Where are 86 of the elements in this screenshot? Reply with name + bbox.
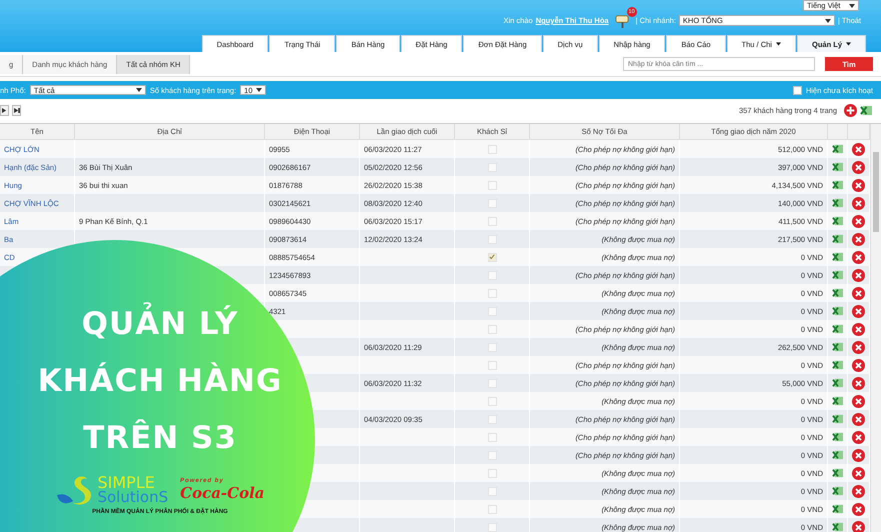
spreadsheet-icon[interactable] bbox=[832, 252, 844, 262]
wholesale-checkbox[interactable] bbox=[488, 396, 496, 406]
next-page-button[interactable] bbox=[0, 104, 9, 116]
delete-icon[interactable] bbox=[852, 448, 865, 462]
delete-icon[interactable] bbox=[852, 232, 865, 246]
spreadsheet-icon[interactable] bbox=[832, 504, 844, 514]
delete-icon[interactable] bbox=[852, 466, 865, 480]
spreadsheet-icon[interactable] bbox=[832, 414, 844, 424]
spreadsheet-icon[interactable] bbox=[832, 450, 844, 460]
spreadsheet-icon[interactable] bbox=[832, 486, 844, 496]
spreadsheet-icon[interactable] bbox=[832, 396, 844, 406]
wholesale-checkbox[interactable] bbox=[488, 486, 496, 496]
wholesale-checkbox[interactable] bbox=[488, 378, 496, 388]
wholesale-checkbox[interactable] bbox=[488, 216, 496, 226]
delete-icon[interactable] bbox=[852, 430, 865, 444]
delete-icon[interactable] bbox=[852, 250, 865, 264]
wholesale-checkbox[interactable] bbox=[488, 252, 496, 262]
wholesale-checkbox[interactable] bbox=[488, 342, 496, 352]
caret-icon bbox=[824, 18, 831, 22]
last-icon bbox=[14, 108, 20, 112]
spreadsheet-icon[interactable] bbox=[832, 234, 844, 244]
wholesale-checkbox[interactable] bbox=[488, 324, 496, 334]
delete-icon[interactable] bbox=[852, 268, 865, 282]
wholesale-checkbox[interactable] bbox=[488, 234, 496, 244]
spreadsheet-icon[interactable] bbox=[832, 198, 844, 208]
delete-icon[interactable] bbox=[852, 322, 865, 336]
spreadsheet-icon[interactable] bbox=[832, 216, 844, 226]
wholesale-checkbox[interactable] bbox=[488, 306, 496, 316]
spreadsheet-icon[interactable] bbox=[832, 522, 844, 532]
delete-icon[interactable] bbox=[852, 502, 865, 516]
wholesale-checkbox[interactable] bbox=[488, 162, 496, 172]
delete-icon[interactable] bbox=[852, 142, 865, 156]
spreadsheet-icon[interactable] bbox=[832, 324, 844, 334]
spreadsheet-icon[interactable] bbox=[832, 306, 844, 316]
wholesale-checkbox[interactable] bbox=[488, 432, 496, 442]
spreadsheet-icon[interactable] bbox=[832, 342, 844, 352]
wholesale-checkbox[interactable] bbox=[488, 360, 496, 370]
spreadsheet-icon[interactable] bbox=[832, 162, 844, 172]
promo-title: TRÊN S3 bbox=[83, 418, 237, 458]
delete-icon[interactable] bbox=[852, 160, 865, 174]
delete-icon[interactable] bbox=[852, 196, 865, 210]
caret-icon bbox=[849, 4, 855, 8]
spreadsheet-icon[interactable] bbox=[832, 432, 844, 442]
wholesale-checkbox[interactable] bbox=[488, 414, 496, 424]
spreadsheet-icon[interactable] bbox=[832, 468, 844, 478]
logo-text: SolutionS bbox=[97, 490, 168, 504]
spreadsheet-icon[interactable] bbox=[832, 270, 844, 280]
promo-title: QUẢN LÝ bbox=[82, 296, 238, 353]
delete-icon[interactable] bbox=[852, 178, 865, 192]
delete-icon[interactable] bbox=[852, 304, 865, 318]
caret-icon bbox=[776, 42, 781, 46]
promo-title: KHÁCH HÀNG bbox=[38, 361, 282, 401]
caret-icon bbox=[136, 88, 142, 92]
wholesale-checkbox[interactable] bbox=[488, 144, 496, 154]
wholesale-checkbox[interactable] bbox=[488, 288, 496, 298]
wholesale-checkbox[interactable] bbox=[488, 522, 496, 532]
delete-icon[interactable] bbox=[852, 520, 865, 532]
logo-text: SIMPLE bbox=[97, 476, 155, 490]
delete-icon[interactable] bbox=[852, 214, 865, 228]
next-icon bbox=[2, 108, 7, 112]
spreadsheet-icon[interactable] bbox=[832, 180, 844, 190]
delete-icon[interactable] bbox=[852, 484, 865, 498]
spreadsheet-icon[interactable] bbox=[860, 104, 873, 116]
delete-icon[interactable] bbox=[852, 286, 865, 300]
wholesale-checkbox[interactable] bbox=[488, 450, 496, 460]
delete-icon[interactable] bbox=[852, 394, 865, 408]
delete-icon[interactable] bbox=[852, 412, 865, 426]
scrollbar[interactable] bbox=[870, 124, 881, 532]
wholesale-checkbox[interactable] bbox=[488, 504, 496, 514]
wholesale-checkbox[interactable] bbox=[488, 180, 496, 190]
wholesale-checkbox[interactable] bbox=[488, 468, 496, 478]
spreadsheet-icon[interactable] bbox=[832, 378, 844, 388]
wholesale-checkbox[interactable] bbox=[488, 270, 496, 280]
partner-logo-text: Coca-Cola bbox=[180, 484, 265, 502]
caret-icon bbox=[846, 42, 851, 46]
delete-icon[interactable] bbox=[852, 376, 865, 390]
scrollbar-thumb[interactable] bbox=[873, 152, 879, 232]
delete-icon[interactable] bbox=[852, 358, 865, 372]
last-page-button[interactable] bbox=[12, 104, 21, 116]
spreadsheet-icon[interactable] bbox=[832, 288, 844, 298]
spreadsheet-icon[interactable] bbox=[832, 144, 844, 154]
spreadsheet-icon[interactable] bbox=[832, 360, 844, 370]
wholesale-checkbox[interactable] bbox=[488, 198, 496, 208]
add-icon[interactable] bbox=[844, 104, 857, 116]
delete-icon[interactable] bbox=[852, 340, 865, 354]
caret-icon bbox=[256, 88, 262, 92]
